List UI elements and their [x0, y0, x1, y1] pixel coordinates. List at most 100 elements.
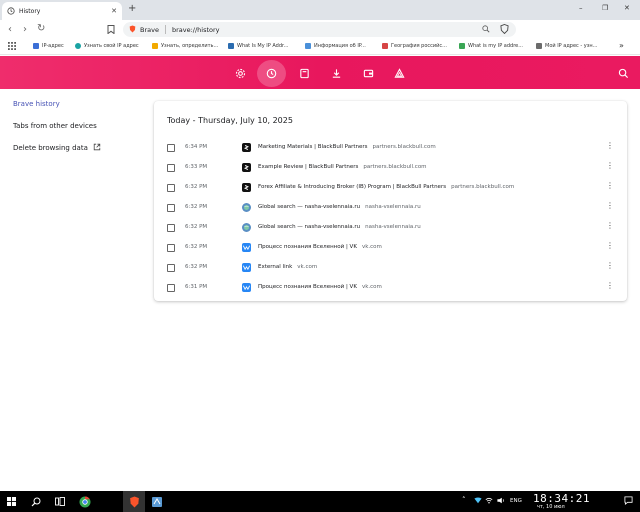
row-link[interactable]: Процесс познания Вселенной | VK vk.com [258, 244, 382, 250]
page-title: Процесс познания Вселенной | VK [258, 244, 357, 250]
bookmark-item[interactable]: IP-адрес [33, 43, 64, 49]
minimize-button[interactable]: – [579, 4, 583, 12]
brave-shields-icon[interactable] [500, 24, 509, 36]
maximize-button[interactable]: ❐ [602, 4, 608, 12]
page-domain: vk.com [361, 284, 382, 290]
more-actions-icon[interactable]: ⋮ [606, 182, 614, 190]
back-icon[interactable]: ‹ [8, 24, 12, 35]
rewards-nav-icon[interactable] [392, 66, 406, 80]
row-checkbox[interactable] [167, 184, 175, 192]
tab-history[interactable]: History ✕ [2, 2, 122, 20]
wallet-nav-icon[interactable] [361, 66, 375, 80]
more-actions-icon[interactable]: ⋮ [606, 162, 614, 170]
external-link-icon [93, 143, 101, 153]
close-window-button[interactable]: ✕ [624, 4, 630, 12]
forward-icon[interactable]: › [23, 24, 27, 35]
app-taskbar-icon[interactable] [151, 495, 163, 508]
row-checkbox[interactable] [167, 284, 175, 292]
reload-icon[interactable]: ↻ [37, 23, 45, 34]
page-domain: partners.blackbull.com [451, 184, 515, 190]
brand-label: Brave [140, 25, 159, 34]
bookmark-label: Мой IP адрес - узн... [545, 43, 598, 49]
bookmark-item[interactable]: Узнать свой IP адрес [75, 43, 139, 49]
more-actions-icon[interactable]: ⋮ [606, 222, 614, 230]
history-row[interactable]: 6:31 PM Процесс познания Вселенной | VK v… [154, 278, 627, 298]
bookmark-item[interactable]: Узнать, определить... [152, 43, 218, 49]
settings-nav-banner [0, 56, 640, 89]
row-link[interactable]: Процесс познания Вселенной | VK vk.com [258, 284, 382, 290]
more-bookmarks-icon[interactable]: » [619, 41, 624, 50]
address-bar[interactable]: Brave brave://history [123, 22, 516, 37]
history-row[interactable]: 6:34 PM Marketing Materials | BlackBull … [154, 138, 627, 158]
history-row[interactable]: 6:32 PM Global search — nasha-vselennaia… [154, 218, 627, 238]
blackbull-icon [242, 143, 251, 152]
more-actions-icon[interactable]: ⋮ [606, 282, 614, 290]
blackbull-icon [242, 163, 251, 172]
sidebar-item-delete-browsing-data[interactable]: Delete browsing data [13, 143, 101, 153]
row-link[interactable]: External link vk.com [258, 264, 317, 270]
clock-date: чт, 10 июл [537, 504, 565, 510]
search-icon[interactable] [616, 66, 630, 80]
task-view-icon[interactable] [55, 495, 65, 508]
settings-gear-icon[interactable] [233, 66, 247, 80]
favicon [382, 43, 388, 49]
sidebar-item-tabs-other-devices[interactable]: Tabs from other devices [13, 122, 97, 130]
row-link[interactable]: Marketing Materials | BlackBull Partners… [258, 144, 436, 150]
url-text: brave://history [171, 25, 220, 34]
row-checkbox[interactable] [167, 264, 175, 272]
input-language[interactable]: ENG [510, 498, 522, 504]
bookmark-label: Информация об IP... [314, 43, 366, 49]
new-tab-button[interactable]: + [128, 3, 136, 14]
page-title: External link [258, 264, 293, 270]
page-domain: vk.com [361, 244, 382, 250]
zoom-icon[interactable] [482, 25, 490, 35]
bookmark-item[interactable]: Информация об IP... [305, 43, 366, 49]
bookmark-item[interactable]: What Is My IP Addr... [228, 43, 288, 49]
more-actions-icon[interactable]: ⋮ [606, 142, 614, 150]
notifications-icon[interactable] [624, 496, 633, 507]
history-row[interactable]: 6:32 PM External link vk.com ⋮ [154, 258, 627, 278]
row-link[interactable]: Global search — nasha-vselennaia.ru nasha… [258, 224, 421, 230]
page-title: Example Review | BlackBull Partners [258, 164, 359, 170]
windows-start-icon[interactable] [7, 495, 16, 508]
bookmark-item[interactable]: Мой IP адрес - узн... [536, 43, 597, 49]
page-title: Процесс познания Вселенной | VK [258, 284, 357, 290]
volume-icon[interactable] [497, 497, 505, 506]
network-icon[interactable] [474, 497, 482, 506]
more-actions-icon[interactable]: ⋮ [606, 242, 614, 250]
chrome-icon[interactable] [79, 495, 91, 508]
row-checkbox[interactable] [167, 224, 175, 232]
more-actions-icon[interactable]: ⋮ [606, 202, 614, 210]
history-nav-icon[interactable] [264, 66, 278, 80]
page-domain: nasha-vselennaia.ru [365, 204, 421, 210]
bookmark-item[interactable]: География российс... [382, 43, 447, 49]
history-row[interactable]: 6:32 PM Forex Affiliate & Introducing Br… [154, 178, 627, 198]
row-link[interactable]: Example Review | BlackBull Partners partn… [258, 164, 427, 170]
history-row[interactable]: 6:33 PM Example Review | BlackBull Partn… [154, 158, 627, 178]
separator [164, 25, 166, 34]
page-domain: partners.blackbull.com [363, 164, 427, 170]
tray-overflow-icon[interactable]: ˄ [462, 496, 466, 504]
history-row[interactable]: 6:32 PM Процесс познания Вселенной | VK v… [154, 238, 627, 258]
row-checkbox[interactable] [167, 204, 175, 212]
bookmark-item[interactable]: What is my IP addre... [459, 43, 523, 49]
row-link[interactable]: Forex Affiliate & Introducing Broker (IB… [258, 184, 514, 190]
row-checkbox[interactable] [167, 144, 175, 152]
wifi-icon[interactable] [485, 497, 493, 506]
globe-icon [242, 223, 251, 232]
tab-close-icon[interactable]: ✕ [111, 7, 117, 15]
row-link[interactable]: Global search — nasha-vselennaia.ru nasha… [258, 204, 421, 210]
search-taskbar-icon[interactable] [31, 495, 41, 508]
row-checkbox[interactable] [167, 244, 175, 252]
downloads-nav-icon[interactable] [329, 66, 343, 80]
row-checkbox[interactable] [167, 164, 175, 172]
bookmark-icon[interactable] [107, 25, 115, 37]
sidebar-item-brave-history[interactable]: Brave history [13, 100, 60, 108]
bookmarks-nav-icon[interactable] [297, 66, 311, 80]
more-actions-icon[interactable]: ⋮ [606, 262, 614, 270]
bookmarks-bar: IP-адрес Узнать свой IP адрес Узнать, оп… [0, 40, 640, 55]
apps-grid-icon[interactable] [8, 42, 16, 50]
brave-taskbar-icon[interactable] [123, 491, 145, 512]
history-row[interactable]: 6:32 PM Global search — nasha-vselennaia… [154, 198, 627, 218]
page-domain: partners.blackbull.com [372, 144, 436, 150]
